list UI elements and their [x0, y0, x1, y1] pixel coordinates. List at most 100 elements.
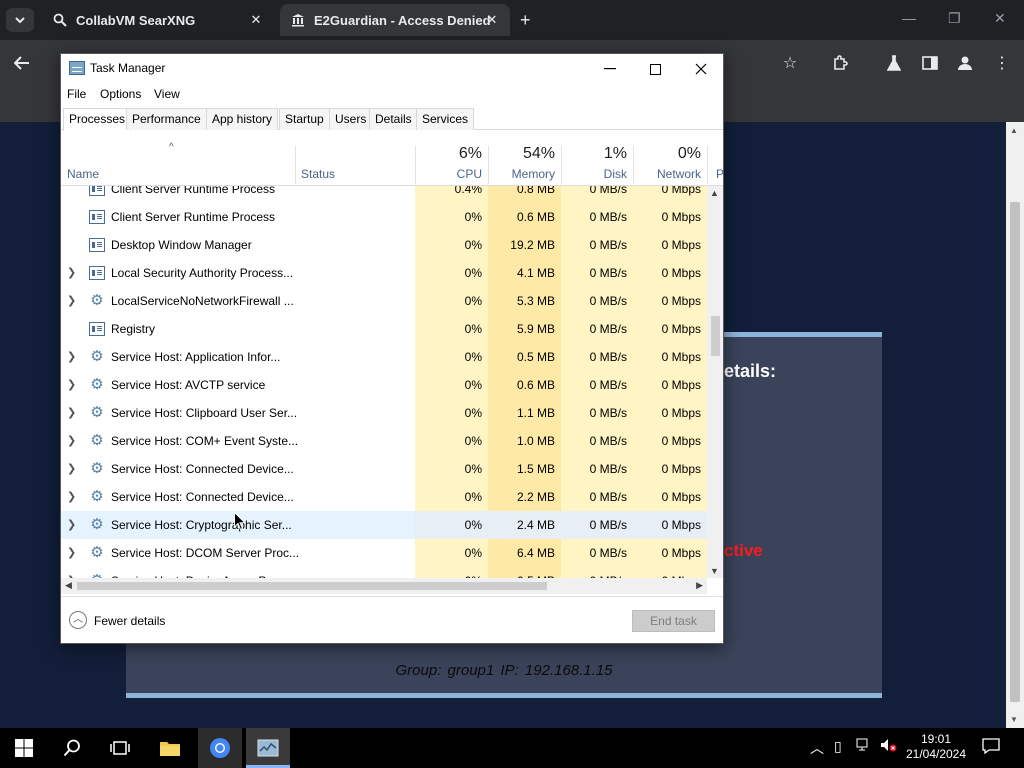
tablet-icon[interactable]: ▯ [834, 738, 842, 755]
chevron-up-icon[interactable]: ︿ [810, 738, 824, 758]
close-icon[interactable]: ✕ [484, 12, 500, 28]
process-row[interactable]: Client Server Runtime Process 0% 0.6 MB 0 M… [61, 203, 707, 231]
process-row[interactable]: ❯ ⚙ Service Host: AVCTP service 0% 0.6 MB 0 M… [61, 371, 707, 399]
side-panel-icon[interactable] [920, 53, 940, 73]
tab-search-button[interactable] [6, 8, 34, 32]
task-manager-icon[interactable] [256, 736, 280, 760]
chevron-right-icon[interactable]: ❯ [67, 518, 77, 531]
page-scrollbar[interactable]: ▲ ▼ [1006, 122, 1024, 728]
file-explorer-icon[interactable] [158, 736, 182, 760]
column-divider[interactable] [295, 146, 296, 184]
star-icon[interactable]: ☆ [780, 53, 800, 73]
gear-icon: ⚙ [90, 376, 104, 393]
chevron-right-icon[interactable]: ❯ [67, 434, 77, 447]
process-row[interactable]: ❯ ⚙ Service Host: Clipboard User Ser... 0% 1… [61, 399, 707, 427]
restore-icon[interactable]: ❐ [948, 10, 961, 27]
chrome-icon[interactable] [208, 736, 232, 760]
chevron-right-icon[interactable]: ❯ [67, 546, 77, 559]
process-row[interactable]: ❯ ⚙ LocalServiceNoNetworkFirewall ... 0% 5.3… [61, 287, 707, 315]
windows-start-icon[interactable] [12, 736, 36, 760]
minimize-button[interactable] [595, 58, 625, 80]
process-cpu: 0% [415, 511, 488, 539]
system-clock[interactable]: 19:01 21/04/2024 [903, 732, 969, 762]
close-icon[interactable]: ✕ [994, 10, 1006, 27]
search-icon[interactable] [60, 736, 84, 760]
process-network: 0 Mbps [633, 315, 707, 343]
menu-options[interactable]: Options [100, 87, 141, 101]
process-row[interactable]: Desktop Window Manager 0% 19.2 MB 0 MB/s 0 M… [61, 231, 707, 259]
menu-view[interactable]: View [154, 87, 180, 101]
column-network[interactable]: Network [633, 167, 701, 181]
title-bar[interactable]: Task Manager [61, 54, 723, 84]
scrollbar-thumb[interactable] [77, 582, 547, 590]
chevron-right-icon[interactable]: ❯ [67, 406, 77, 419]
process-row[interactable]: ❯ ⚙ Service Host: COM+ Event Syste... 0% 1.0… [61, 427, 707, 455]
fewer-details-link[interactable]: Fewer details [94, 614, 165, 628]
scrollbar-thumb[interactable] [1010, 202, 1020, 702]
chevron-right-icon[interactable]: ❯ [67, 350, 77, 363]
process-cpu: 0% [415, 539, 488, 567]
process-row[interactable]: ❯ Local Security Authority Process... 0% 4.… [61, 259, 707, 287]
maximize-button[interactable] [640, 58, 670, 80]
close-button[interactable] [686, 58, 716, 80]
chevron-up-circle-icon[interactable]: ︿ [69, 611, 87, 629]
scroll-left-icon[interactable]: ◀ [65, 580, 72, 591]
chevron-right-icon[interactable]: ❯ [67, 294, 77, 307]
scroll-up-icon[interactable]: ▲ [710, 188, 719, 198]
chevron-right-icon[interactable]: ❯ [67, 378, 77, 391]
process-row[interactable]: ❯ ⚙ Service Host: Cryptographic Ser... 0% 2.… [61, 511, 707, 539]
tab-performance[interactable]: Performance [126, 108, 207, 130]
tab-services[interactable]: Services [416, 108, 475, 130]
process-cpu: 0.4% [415, 186, 488, 203]
network-icon[interactable] [856, 738, 872, 755]
browser-tab-collabvm[interactable]: CollabVM SearXNG ✕ [42, 4, 274, 36]
end-task-button[interactable]: End task [632, 610, 715, 632]
browser-tab-e2guardian[interactable]: E2Guardian - Access Denied ✕ [280, 4, 510, 36]
extensions-icon[interactable] [830, 53, 850, 73]
windows-taskbar: ︿ ▯ 19:01 21/04/2024 [0, 728, 1024, 768]
scroll-right-icon[interactable]: ▶ [696, 580, 703, 591]
process-row[interactable]: Registry 0% 5.9 MB 0 MB/s 0 Mbps [61, 315, 707, 343]
column-memory[interactable]: Memory [488, 167, 555, 181]
column-disk[interactable]: Disk [561, 167, 627, 181]
notification-icon[interactable] [982, 738, 1000, 757]
column-name[interactable]: Name [67, 167, 99, 181]
column-cpu[interactable]: CPU [415, 167, 482, 181]
process-row[interactable]: ❯ ⚙ Service Host: Connected Device... 0% 2.2… [61, 483, 707, 511]
process-row[interactable]: ❯ ⚙ Service Host: Connected Device... 0% 1.5… [61, 455, 707, 483]
process-memory: 19.2 MB [488, 231, 561, 259]
chevron-right-icon[interactable]: ❯ [67, 462, 77, 475]
more-vertical-icon[interactable]: ⋮ [992, 53, 1012, 73]
process-list-vscroll[interactable]: ▲ ▼ [707, 186, 723, 578]
scrollbar-thumb[interactable] [711, 316, 720, 356]
close-icon[interactable]: ✕ [248, 12, 264, 28]
process-row[interactable]: Client Server Runtime Process 0.4% 0.8 MB 0… [61, 186, 707, 203]
scroll-down-icon[interactable]: ▼ [1010, 715, 1018, 724]
tab-startup[interactable]: Startup [279, 108, 330, 130]
volume-muted-icon[interactable] [880, 738, 898, 755]
scroll-down-icon[interactable]: ▼ [710, 566, 719, 576]
new-tab-icon[interactable]: + [520, 10, 531, 31]
chevron-right-icon[interactable]: ❯ [67, 490, 77, 503]
process-row[interactable]: ❯ ⚙ Service Host: Application Infor... 0% 0.… [61, 343, 707, 371]
menu-file[interactable]: File [67, 87, 86, 101]
task-view-icon[interactable] [108, 736, 132, 760]
column-power-partial[interactable]: P [716, 167, 724, 181]
tab-app-history[interactable]: App history [206, 108, 279, 130]
column-status[interactable]: Status [301, 167, 335, 181]
profile-icon[interactable] [955, 53, 975, 73]
scroll-up-icon[interactable]: ▲ [1010, 126, 1018, 135]
process-row[interactable]: ❯ ⚙ Service Host: DCOM Server Proc... 0% 6.4… [61, 539, 707, 567]
process-cpu: 0% [415, 315, 488, 343]
process-list-hscroll[interactable]: ◀ ▶ [61, 578, 707, 594]
tab-processes[interactable]: Processes [63, 108, 132, 131]
column-divider[interactable] [707, 146, 708, 184]
back-arrow-icon[interactable] [12, 53, 32, 73]
process-row[interactable]: ❯⚙Service Host: DeviceAssoc Proc...0%0.5… [61, 567, 707, 578]
chevron-right-icon[interactable]: ❯ [67, 266, 77, 279]
process-network: 0 Mbps [633, 511, 707, 539]
tab-users[interactable]: Users [329, 108, 373, 130]
tab-details[interactable]: Details [369, 108, 418, 130]
lab-flask-icon[interactable] [884, 53, 904, 73]
minimize-icon[interactable]: — [902, 10, 916, 26]
